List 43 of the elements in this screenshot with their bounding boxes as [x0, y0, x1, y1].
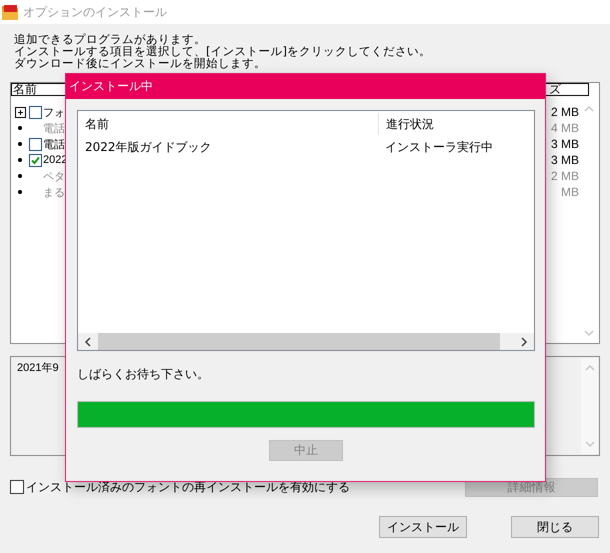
- instruction-text: 追加できるプログラムがあります。: [13, 33, 207, 45]
- item-size: 3 MB: [550, 137, 579, 151]
- bullet-icon: [18, 158, 22, 162]
- item-name: 電話: [43, 122, 65, 136]
- close-button[interactable]: 閉じる: [511, 516, 599, 538]
- bullet-icon: [18, 190, 22, 194]
- description-text: 2021年9: [17, 362, 59, 374]
- expand-icon: [14, 106, 26, 118]
- install-button[interactable]: インストール: [379, 516, 467, 538]
- item-size: MB: [561, 185, 579, 199]
- item-size: 3 MB: [550, 153, 579, 167]
- folder-icon: [1, 3, 19, 21]
- item-size: 2 MB: [550, 169, 579, 183]
- checkbox[interactable]: [10, 480, 24, 494]
- checkbox[interactable]: [29, 106, 42, 118]
- item-size: 2 MB: [550, 105, 579, 119]
- bullet-icon: [18, 142, 22, 146]
- instruction-text: インストールする項目を選択して、[インストール]をクリックしてください。: [13, 45, 432, 57]
- instruction-text: ダウンロード後にインストールを開始します。: [13, 57, 267, 69]
- column-header[interactable]: 進行状況: [378, 113, 434, 135]
- status-message: しばらくお待ち下さい。: [77, 366, 210, 383]
- scroll-down-icon: [584, 329, 594, 337]
- table-cell-text: 2022年版ガイドブック: [84, 138, 213, 156]
- bullet-icon: [18, 174, 22, 178]
- item-name: ペタ: [43, 170, 65, 184]
- column-header[interactable]: ズ: [545, 83, 589, 96]
- item-name: 電話: [43, 138, 65, 152]
- item-size: 4 MB: [550, 121, 579, 135]
- dialog-title: インストール中: [66, 74, 545, 99]
- option-label: インストール済みのフォントの再インストールを有効にする: [26, 478, 351, 496]
- window-title: オプションのインストール: [23, 4, 167, 20]
- scroll-up-icon: [584, 364, 594, 372]
- scroll-down-icon: [584, 440, 594, 448]
- checkbox[interactable]: [29, 154, 42, 166]
- bullet-icon: [18, 126, 22, 130]
- column-header[interactable]: 名前: [78, 116, 378, 132]
- scroll-up-icon: [584, 105, 594, 113]
- checkbox[interactable]: [29, 138, 42, 150]
- item-name: フォ: [43, 106, 65, 120]
- item-name: まる: [43, 186, 65, 200]
- scroll-right-icon: [520, 336, 528, 346]
- table-cell-text: インストーラ実行中: [384, 138, 493, 156]
- scroll-left-icon: [84, 336, 92, 346]
